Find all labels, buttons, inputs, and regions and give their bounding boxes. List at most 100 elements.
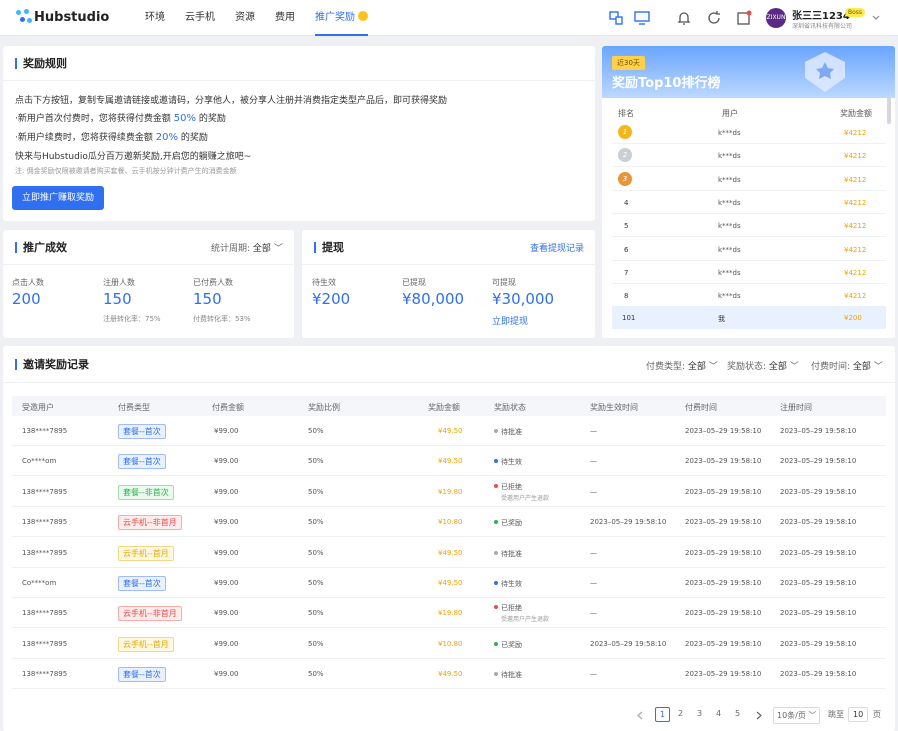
reward-amount: ¥49.50 bbox=[438, 427, 463, 435]
period-filter[interactable]: 统计周期: 全部 ﹀ bbox=[211, 241, 283, 254]
pay-amount: ¥99.00 bbox=[214, 639, 239, 648]
withdrawn-label: 已提现 bbox=[402, 278, 426, 287]
page-5[interactable]: 5 bbox=[735, 709, 740, 718]
jump-input[interactable]: 10 bbox=[848, 707, 869, 722]
nav-item-resources[interactable]: 资源 bbox=[235, 0, 255, 36]
ranking-row: 7 k***ds ¥4212 bbox=[612, 261, 886, 284]
page-1[interactable]: 1 bbox=[655, 707, 671, 722]
ranking-scrollbar[interactable] bbox=[887, 96, 891, 124]
pay-time: 2023–05–29 19:58:10 bbox=[685, 548, 762, 557]
coin-icon bbox=[358, 11, 368, 21]
bell-icon[interactable] bbox=[676, 10, 692, 26]
register-time: 2023–05–29 19:58:10 bbox=[780, 639, 857, 648]
nav-item-fees[interactable]: 费用 bbox=[275, 0, 295, 36]
rank-amount: ¥4212 bbox=[844, 292, 867, 301]
ranking-row: 4 k***ds ¥4212 bbox=[612, 191, 886, 214]
register-time: 2023–05–29 19:58:10 bbox=[780, 518, 857, 527]
rank-user: k***ds bbox=[718, 129, 741, 137]
table-row: 138****7895 套餐--首次 ¥99.00 50% ¥49.50 待批准… bbox=[12, 659, 886, 690]
stat-paid-label: 已付费人数 bbox=[193, 278, 233, 287]
reward-ratio: 50% bbox=[308, 427, 324, 435]
ranking-row: 3 k***ds ¥4212 bbox=[612, 168, 886, 191]
reward-amount: ¥49.50 bbox=[438, 670, 463, 679]
rules-title: 奖励规则 bbox=[15, 58, 67, 69]
ranking-row: 2 k***ds ¥4212 bbox=[612, 144, 886, 168]
status-dot-icon bbox=[494, 605, 498, 610]
pay-type-tag: 套餐--首次 bbox=[118, 667, 166, 683]
nav-item-env[interactable]: 环境 bbox=[145, 0, 165, 36]
stat-registrations-label: 注册人数 bbox=[103, 278, 135, 287]
available-value: ¥30,000 bbox=[492, 290, 555, 308]
invitee: Co****om bbox=[22, 579, 57, 587]
status-note: 受邀用户产生退款 bbox=[501, 616, 550, 624]
pay-amount: ¥99.00 bbox=[214, 579, 239, 587]
table-row: 138****7895 云手机--非首月 ¥99.00 50% ¥10.80 已… bbox=[12, 507, 886, 538]
user-name[interactable]: 张三三1234 bbox=[792, 7, 850, 22]
avatar[interactable]: ZIXUN bbox=[766, 8, 786, 28]
page-2[interactable]: 2 bbox=[678, 709, 683, 718]
page-suffix: 页 bbox=[873, 710, 881, 719]
page-4[interactable]: 4 bbox=[716, 709, 721, 718]
main-nav: 环境 云手机 资源 费用 推广奖励 bbox=[145, 0, 388, 36]
stat-registration-rate: 注册转化率：75% bbox=[103, 315, 161, 323]
reward-status-filter[interactable]: 奖励状态: 全部 ﹀ bbox=[727, 359, 799, 372]
register-time: 2023–05–29 19:58:10 bbox=[780, 487, 857, 496]
stat-registrations-value: 150 bbox=[103, 290, 132, 308]
monitor-icon[interactable] bbox=[634, 10, 650, 26]
table-row: 138****7895 云手机--首月 ¥99.00 50% ¥49.50 待批… bbox=[12, 538, 886, 568]
nav-item-promo-rewards[interactable]: 推广奖励 bbox=[315, 0, 368, 36]
user-company: 深圳省讯科技有限公司 bbox=[792, 23, 853, 30]
status-dot-icon bbox=[494, 550, 498, 555]
rank-user: k***ds bbox=[718, 175, 741, 184]
reward-amount: ¥10.80 bbox=[438, 639, 463, 648]
pay-type-filter[interactable]: 付费类型: 全部 ﹀ bbox=[646, 359, 718, 372]
stat-clicks-label: 点击人数 bbox=[12, 278, 44, 287]
rules-line-3: ·新用户续费时，您将获得续费金额 20% 的奖励 bbox=[15, 132, 208, 143]
stat-paid-value: 150 bbox=[193, 290, 222, 308]
calendar-icon[interactable] bbox=[736, 10, 752, 26]
chevron-down-icon[interactable] bbox=[872, 15, 880, 21]
withdraw-title: 提现 bbox=[314, 242, 344, 253]
pay-type-tag: 套餐--非首次 bbox=[118, 484, 174, 500]
rank-col-user: 用户 bbox=[722, 109, 738, 118]
invitee: 138****7895 bbox=[22, 518, 68, 527]
withdraw-now-link[interactable]: 立即提现 bbox=[492, 314, 528, 327]
page-3[interactable]: 3 bbox=[697, 709, 702, 718]
rank-amount: ¥4212 bbox=[844, 152, 867, 161]
invitee: 138****7895 bbox=[22, 639, 68, 648]
rank-user: k***ds bbox=[718, 152, 741, 161]
effective-time: 2023–05–29 19:58:10 bbox=[590, 639, 667, 648]
status-dot-icon bbox=[494, 520, 498, 525]
status-dot-icon bbox=[494, 672, 498, 677]
effective-time: — bbox=[590, 579, 597, 587]
pay-time: 2023–05–29 19:58:10 bbox=[685, 639, 762, 648]
rank-user: k***ds bbox=[718, 292, 741, 301]
register-time: 2023–05–29 19:58:10 bbox=[780, 548, 857, 557]
promote-button[interactable]: 立即推广赚取奖励 bbox=[12, 186, 104, 210]
ranking-row: 8 k***ds ¥4212 bbox=[612, 284, 886, 308]
rank-user: k***ds bbox=[718, 198, 741, 207]
prev-page-icon[interactable] bbox=[636, 711, 644, 720]
ranking-my-row: 101 我 ¥200 bbox=[612, 306, 886, 329]
page-size-select[interactable]: 10条/页 ﹀ bbox=[773, 707, 821, 724]
rank-number: 7 bbox=[624, 268, 629, 277]
ranking-row: 1 k***ds ¥4212 bbox=[612, 121, 886, 144]
promo-title: 推广成效 bbox=[15, 242, 67, 253]
effective-time: — bbox=[590, 609, 597, 618]
invitee: Co****om bbox=[22, 457, 57, 466]
nav-item-cloud-phone[interactable]: 云手机 bbox=[185, 0, 215, 36]
rank-col-rank: 排名 bbox=[618, 109, 634, 118]
nav-active-label: 推广奖励 bbox=[315, 12, 355, 23]
logo[interactable]: Hubstudio bbox=[16, 9, 109, 25]
pay-time-filter[interactable]: 付费时间: 全部 ﹀ bbox=[811, 359, 883, 372]
refresh-icon[interactable] bbox=[706, 10, 722, 26]
col-pay-time: 付费时间 bbox=[685, 403, 717, 412]
reward-ratio: 50% bbox=[308, 639, 324, 648]
withdraw-history-link[interactable]: 查看提现记录 bbox=[530, 241, 584, 254]
next-page-icon[interactable] bbox=[755, 711, 763, 720]
medal-icon: 2 bbox=[618, 148, 632, 163]
pay-time: 2023–05–29 19:58:10 bbox=[685, 670, 762, 679]
device-icon[interactable] bbox=[608, 10, 624, 26]
pay-amount: ¥99.00 bbox=[214, 457, 239, 466]
rules-line-4: 快来与Hubstudio瓜分百万邀新奖励,开启您的躺赚之旅吧~ bbox=[15, 152, 252, 162]
